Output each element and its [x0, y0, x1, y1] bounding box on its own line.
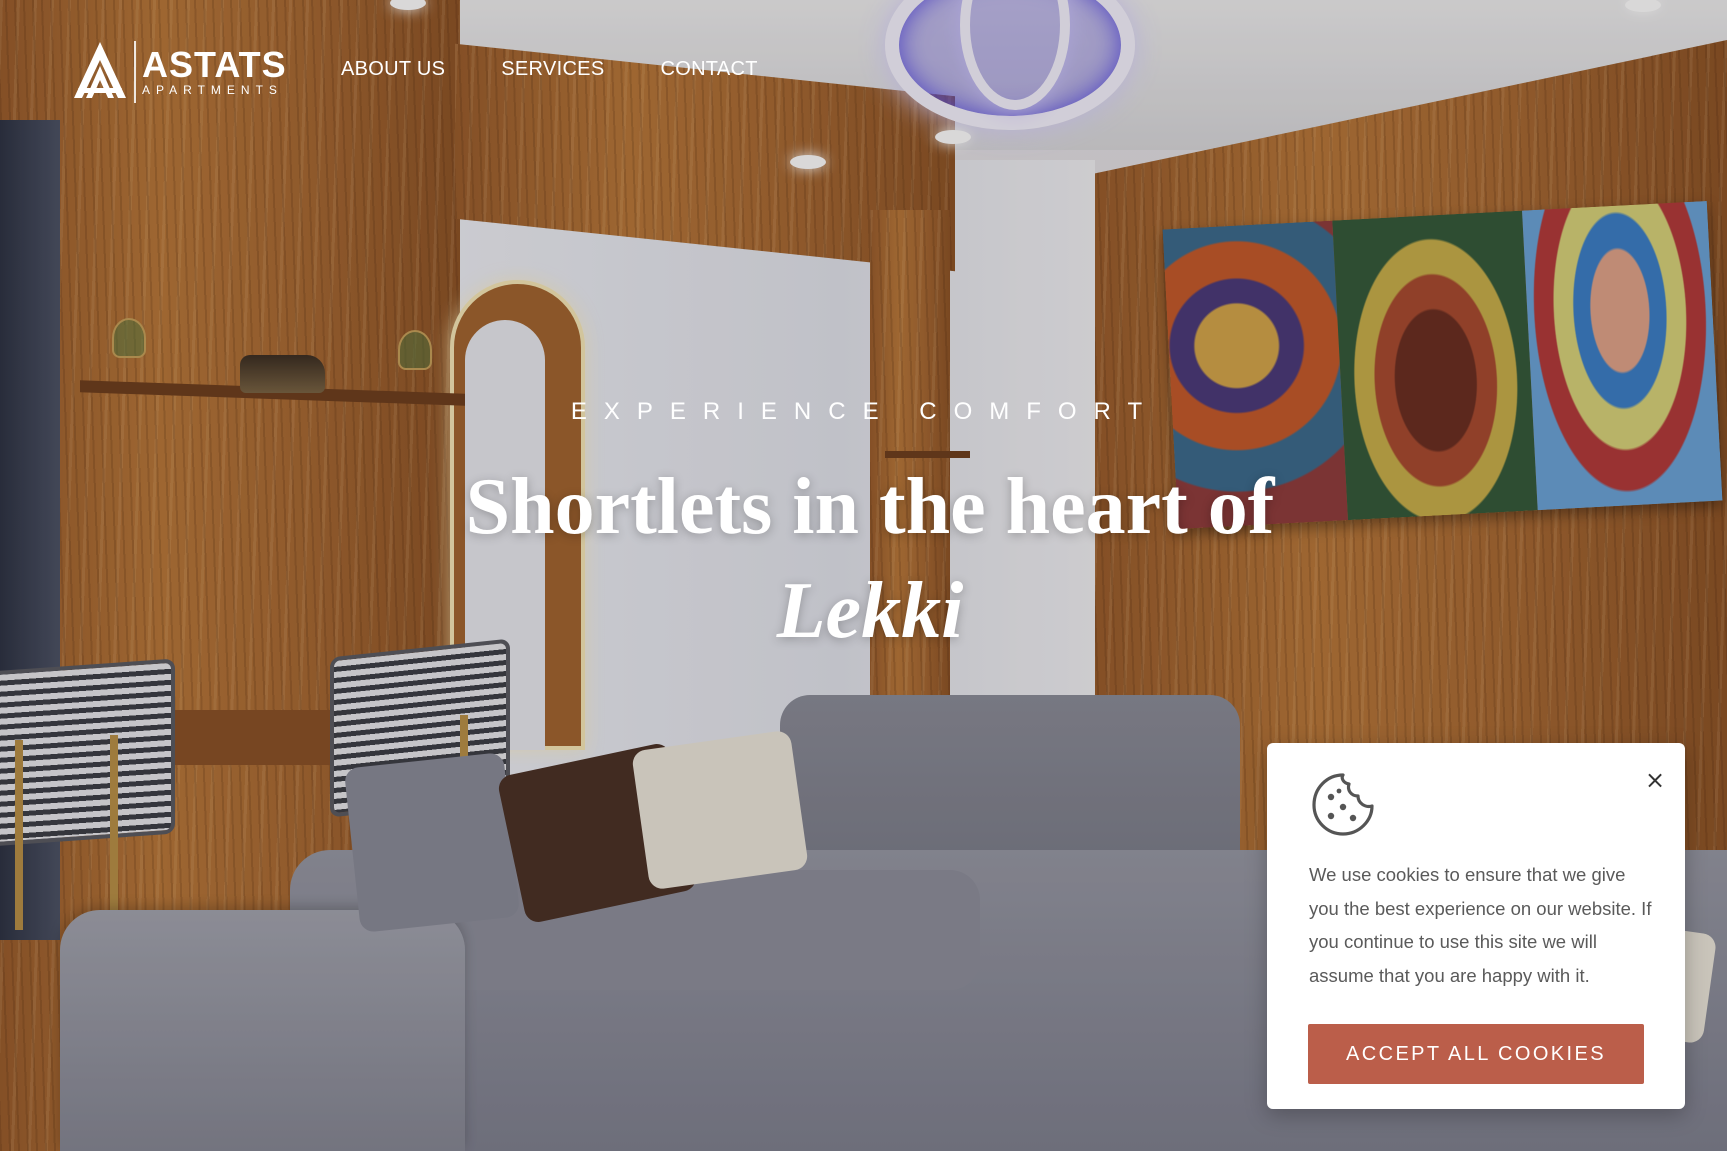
nav-services[interactable]: SERVICES	[501, 58, 604, 81]
logo-a-mark-icon	[74, 42, 126, 98]
cookie-icon	[1312, 773, 1374, 836]
brand-name: ASTATS	[142, 44, 287, 85]
logo-wordmark: ASTATS APARTMENTS	[142, 44, 287, 98]
headline-main: Shortlets in the heart of	[465, 463, 1275, 551]
nav-contact[interactable]: CONTACT	[660, 58, 757, 81]
logo-link[interactable]: ASTATS APARTMENTS	[72, 40, 287, 104]
cookie-consent-card: × We use cookies to ensure that we give …	[1267, 743, 1685, 1109]
cookie-message: We use cookies to ensure that we give yo…	[1309, 864, 1652, 986]
logo-divider	[134, 41, 136, 103]
close-icon[interactable]: ×	[1642, 766, 1668, 794]
main-nav: ABOUT US SERVICES CONTACT	[341, 58, 758, 81]
site-header: ASTATS APARTMENTS ABOUT US SERVICES CONT…	[0, 0, 1727, 150]
brand-subtitle: APARTMENTS	[142, 83, 283, 97]
accept-cookies-button[interactable]: ACCEPT ALL COOKIES	[1308, 1024, 1644, 1084]
hero-eyebrow: EXPERIENCE COMFORT	[570, 398, 1160, 425]
headline-emphasis: Lekki	[776, 567, 964, 655]
nav-about-us[interactable]: ABOUT US	[341, 58, 445, 81]
hero-headline: Shortlets in the heart of Lekki	[440, 455, 1300, 663]
